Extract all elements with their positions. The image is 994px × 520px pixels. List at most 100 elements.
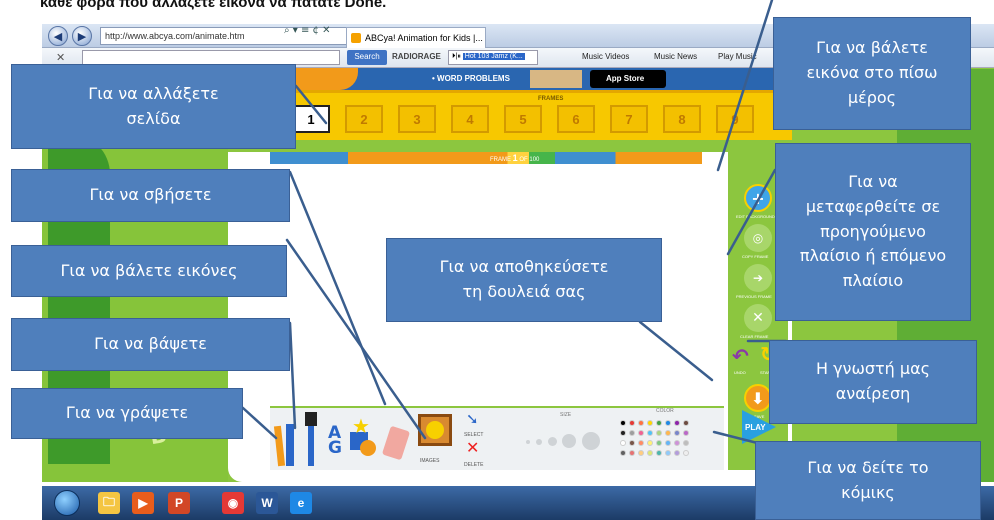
player-controls-icon[interactable]: ⏵|⏸ [452,53,463,60]
link-music-videos[interactable]: Music Videos [582,52,629,61]
color-swatch[interactable] [647,430,653,436]
address-tools[interactable]: ⌕ ▾ ≡ ¢ ✕ [284,25,330,36]
appstore-badge[interactable]: App Store [590,70,666,88]
toolbar-search-input[interactable] [82,50,340,65]
taskbar-word-icon[interactable]: W [256,492,278,514]
color-swatch[interactable] [620,430,626,436]
color-swatch[interactable] [683,420,689,426]
color-swatch[interactable] [683,450,689,456]
color-swatch[interactable] [638,420,644,426]
shapes-icon[interactable]: ★ [348,414,378,458]
frames-bar: FRAMES 1 2 3 4 5 6 7 8 9 [286,90,792,140]
start-orb-icon[interactable] [54,490,80,516]
color-swatch[interactable] [665,420,671,426]
forward-arrow-icon[interactable]: ▶ [72,26,92,46]
size-option-2[interactable] [536,439,542,445]
color-swatch[interactable] [674,420,680,426]
pencil-icon[interactable] [273,418,304,468]
select-arrow-icon[interactable]: ➘ [466,410,479,428]
radio-player[interactable]: ⏵|⏸ Hot 103 Jamz (K... [448,50,538,65]
eraser-icon[interactable] [381,425,411,461]
undo-label: UNDO [734,370,746,375]
color-swatch[interactable] [683,440,689,446]
frames-title: FRAMES [538,96,564,102]
previous-frame-label: PREVIOUS FRAME [736,294,772,299]
banner-text[interactable]: • WORD PROBLEMS [432,74,510,83]
radiorage-logo: RADIORAGE [392,52,441,61]
callout-background: Για να βάλετε εικόνα στο πίσω μέρος [773,17,971,130]
color-swatch[interactable] [665,440,671,446]
save-icon[interactable]: ⬇ [744,384,772,412]
tab-abcya-animation[interactable]: ABCya! Animation for Kids |... ✕ [346,27,486,48]
link-play-music[interactable]: Play Music [718,52,757,61]
callout-play: Για να δείτε το κόμικς [755,441,981,520]
bottom-toolbar: AG ★ IMAGES ➘ SELECT ✕ DELETE SIZE COLOR [270,406,724,470]
address-text: http://www.abcya.com/animate.htm [105,31,245,41]
callout-write: Για να γράψετε [11,388,243,439]
color-swatch[interactable] [683,430,689,436]
color-swatch[interactable] [647,420,653,426]
frame-7[interactable]: 7 [610,105,648,133]
color-swatch[interactable] [656,450,662,456]
link-music-news[interactable]: Music News [654,52,697,61]
size-option-5[interactable] [582,432,600,450]
frame-1[interactable]: 1 [292,105,330,133]
tab-title: ABCya! Animation for Kids |... ✕ [365,33,486,43]
text-tool-icon[interactable]: AG [328,425,342,457]
color-swatch[interactable] [638,450,644,456]
paintbrush-icon[interactable] [302,412,320,468]
taskbar-powerpoint-icon[interactable]: P [168,492,190,514]
color-swatch[interactable] [647,440,653,446]
frame-5[interactable]: 5 [504,105,542,133]
taskbar-chrome-icon[interactable]: ◉ [222,492,244,514]
delete-icon[interactable]: ✕ [466,438,479,457]
color-swatch[interactable] [674,440,680,446]
frame-9[interactable]: 9 [716,105,754,133]
banner-image[interactable] [530,70,582,88]
size-label: SIZE [560,412,572,418]
color-swatch[interactable] [638,440,644,446]
undo-icon[interactable]: ↶ [732,344,749,368]
page-caption: κάθε φορά που αλλάζετε εικόνα να πατάτε … [40,0,387,11]
color-swatch[interactable] [647,450,653,456]
frame-3[interactable]: 3 [398,105,436,133]
previous-frame-arrow-icon[interactable]: ➔ [744,264,772,292]
taskbar-explorer-icon[interactable]: 🗀 [98,492,120,514]
color-swatch[interactable] [665,450,671,456]
player-station: Hot 103 Jamz (K... [462,53,525,60]
color-swatch[interactable] [665,430,671,436]
color-label: COLOR [656,408,674,414]
size-option-1[interactable] [526,440,530,444]
color-swatch[interactable] [674,430,680,436]
copy-frame-icon[interactable]: ◎ [744,224,772,252]
delete-label: DELETE [464,462,484,468]
color-swatch[interactable] [656,420,662,426]
color-swatch[interactable] [620,450,626,456]
color-swatch[interactable] [656,440,662,446]
frame-6[interactable]: 6 [557,105,595,133]
clear-frame-label: CLEAR FRAME [740,334,769,339]
frame-4[interactable]: 4 [451,105,489,133]
color-swatch[interactable] [620,440,626,446]
edit-background-plus-icon[interactable]: + [744,184,772,212]
color-swatch[interactable] [620,420,626,426]
taskbar-media-icon[interactable]: ▶ [132,492,154,514]
images-icon[interactable] [418,414,452,446]
color-swatch[interactable] [629,440,635,446]
frame-8[interactable]: 8 [663,105,701,133]
color-swatch[interactable] [629,450,635,456]
color-swatch[interactable] [629,430,635,436]
taskbar-ie-icon[interactable]: e [290,492,312,514]
size-option-4[interactable] [562,434,576,448]
callout-paint: Για να βάψετε [11,318,290,371]
color-swatch[interactable] [629,420,635,426]
color-swatch[interactable] [656,430,662,436]
close-icon[interactable]: ✕ [56,51,65,64]
color-swatch[interactable] [638,430,644,436]
toolbar-search-button[interactable]: Search [347,50,387,65]
color-swatch[interactable] [674,450,680,456]
clear-frame-icon[interactable]: ✕ [744,304,772,332]
back-arrow-icon[interactable]: ◀ [48,26,68,46]
size-option-3[interactable] [548,437,557,446]
frame-2[interactable]: 2 [345,105,383,133]
